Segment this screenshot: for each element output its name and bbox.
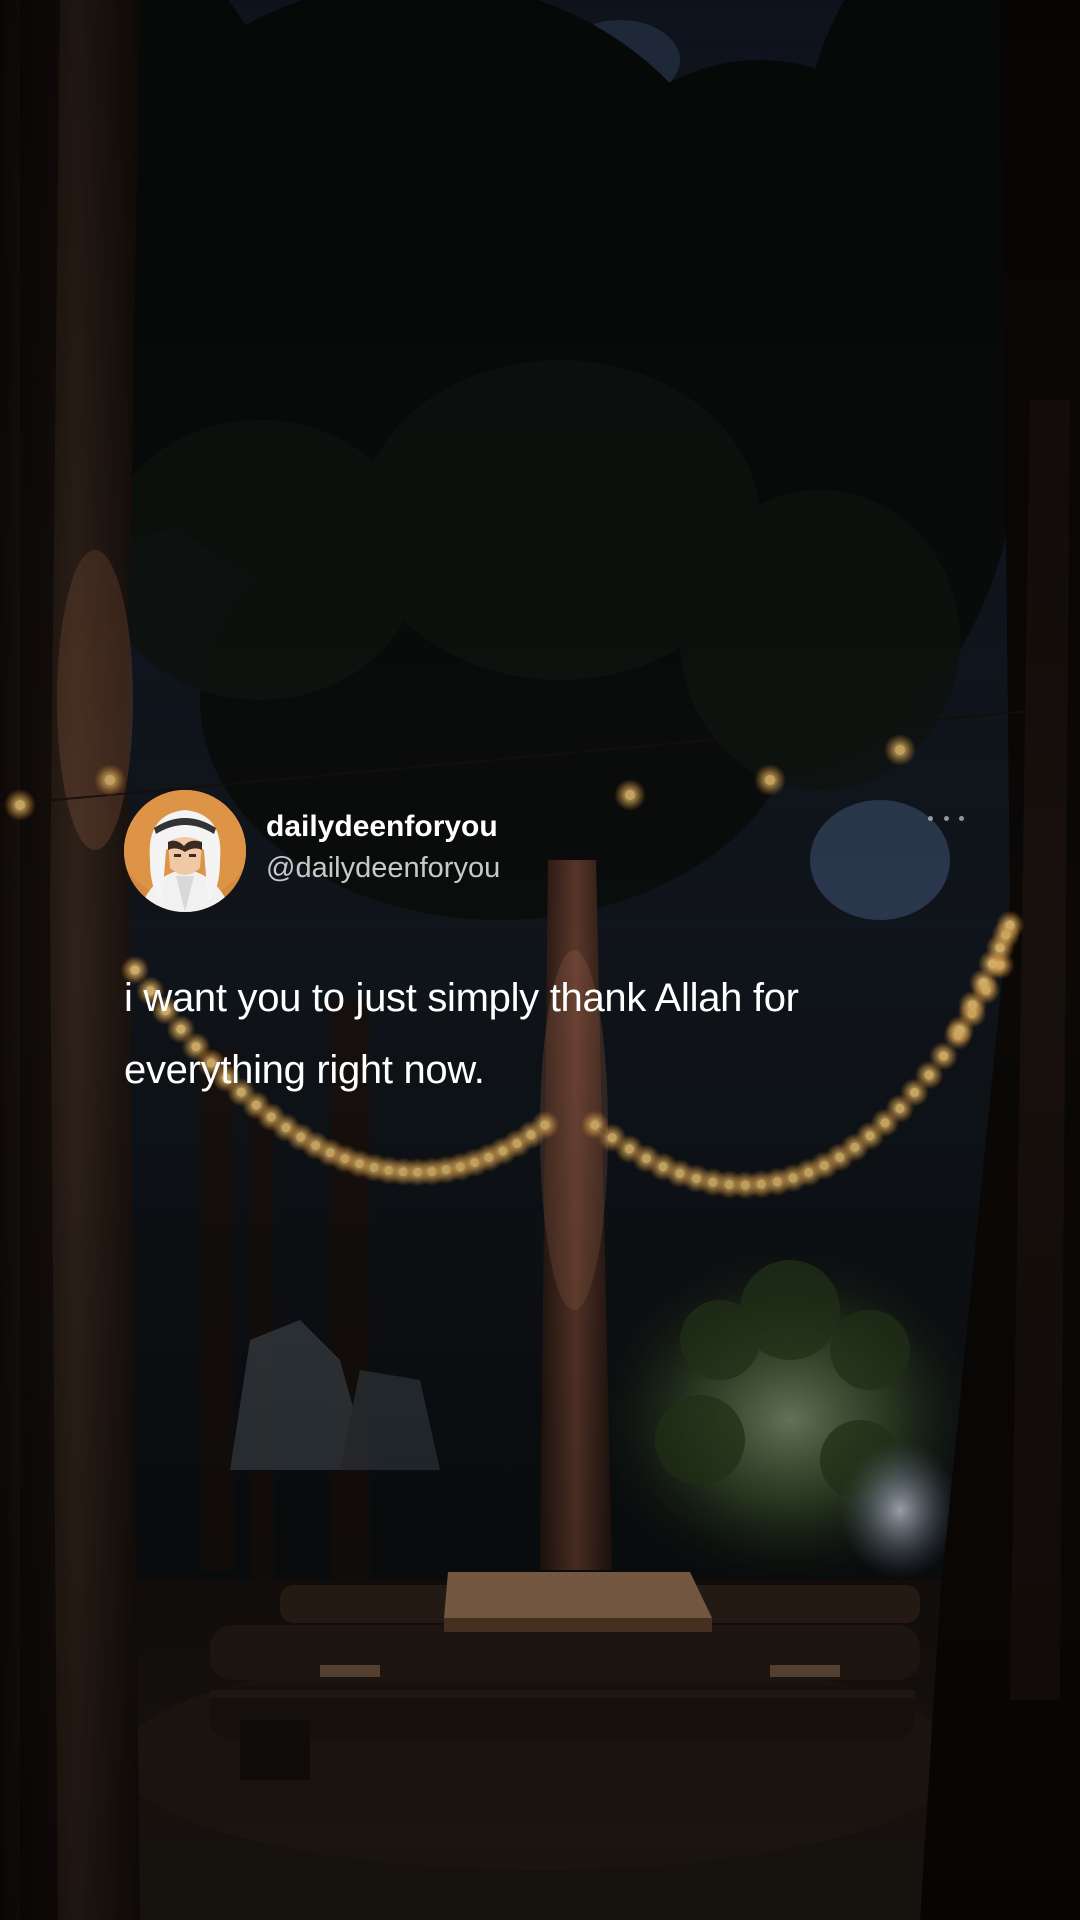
profile-avatar-icon[interactable] (124, 790, 246, 912)
more-dot (943, 815, 949, 821)
more-options-icon[interactable] (928, 810, 964, 826)
user-handle[interactable]: @dailydeenforyou (266, 852, 500, 885)
display-name[interactable]: dailydeenforyou (266, 810, 498, 844)
post-text: i want you to just simply thank Allah fo… (124, 976, 799, 1092)
background-photo (0, 0, 1080, 1920)
more-dot (959, 815, 964, 821)
more-dot (928, 815, 933, 821)
